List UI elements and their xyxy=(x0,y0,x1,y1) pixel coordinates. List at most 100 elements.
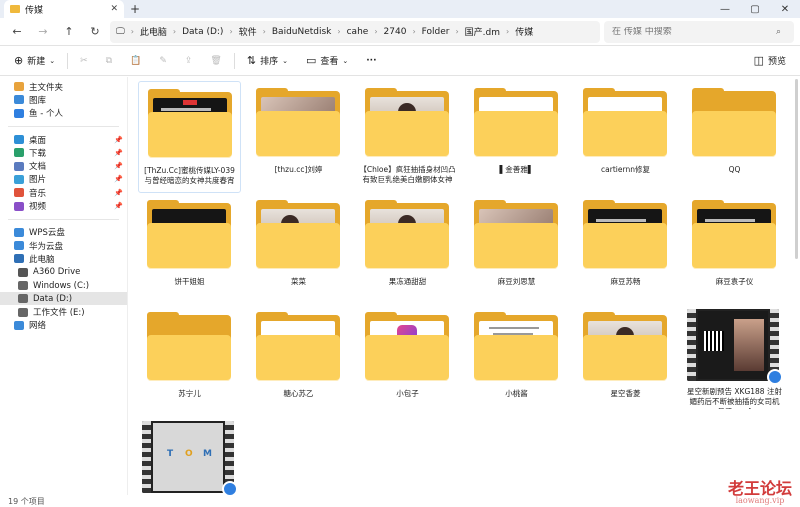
folder-item[interactable]: 菜菜 xyxy=(247,193,350,305)
folder-item[interactable]: M 麻豆袁子仪 xyxy=(683,193,786,305)
sidebar-item[interactable]: 工作文件 (E:) xyxy=(0,305,127,318)
sidebar-item[interactable]: 视频 📌 xyxy=(0,199,127,212)
back-button[interactable]: ← xyxy=(6,21,28,43)
breadcrumb-item[interactable]: 软件 xyxy=(239,25,257,38)
breadcrumb-item[interactable]: BaiduNetdisk xyxy=(272,27,332,37)
breadcrumb-separator[interactable]: › xyxy=(173,27,176,36)
video-file-item[interactable]: 星空新剧预告 XKG188 注射媚药后不断被抽插的女司机 丹牙.mp4 xyxy=(683,305,786,417)
breadcrumb-separator[interactable]: › xyxy=(229,27,232,36)
pin-icon[interactable]: 📌 xyxy=(114,149,123,157)
share-icon[interactable]: ⇪ xyxy=(179,50,199,72)
folder-icon: Porn xyxy=(147,200,231,269)
folder-item[interactable]: [thzu.cc]刘婷 xyxy=(247,81,350,193)
search-box[interactable]: ⌕ xyxy=(604,20,794,43)
new-button[interactable]: ⊕ 新建 ⌄ xyxy=(8,50,61,72)
scrollbar[interactable] xyxy=(795,79,798,259)
rename-icon[interactable]: ✎ xyxy=(153,50,173,72)
file-view[interactable]: [ThZu.Cc]蜜桃传媒LY-039与曾经暗恋的女神共度春宵 [thzu.cc]… xyxy=(128,77,800,507)
pin-icon[interactable]: 📌 xyxy=(114,189,123,197)
breadcrumb-item[interactable]: cahe xyxy=(347,27,369,37)
video-file-item[interactable]: TOM性感黑丝巨奶满足我的秘密. xyxy=(138,417,241,507)
folder-item[interactable]: 小桃酱 xyxy=(465,305,568,417)
sidebar-item[interactable]: 主文件夹 xyxy=(0,80,127,93)
location-icon xyxy=(14,227,24,237)
sidebar-item[interactable]: A360 Drive xyxy=(0,266,127,279)
sidebar-item[interactable]: Windows (C:) xyxy=(0,279,127,292)
folder-item[interactable]: Porn 饼干姐姐 xyxy=(138,193,241,305)
breadcrumb-separator[interactable]: › xyxy=(374,27,377,36)
sort-button[interactable]: ⇅ 排序 ⌄ xyxy=(241,50,294,72)
folder-icon xyxy=(583,312,667,381)
pin-icon[interactable]: 📌 xyxy=(114,202,123,210)
chevron-down-icon: ⌄ xyxy=(49,56,56,65)
copy-icon[interactable]: ⧉ xyxy=(100,50,118,72)
folder-item[interactable]: QQ xyxy=(683,81,786,193)
breadcrumb-item[interactable]: 国产.dm xyxy=(465,25,500,38)
more-options-button[interactable]: ··· xyxy=(360,50,382,72)
folder-item[interactable]: ▌金善雅▌ xyxy=(465,81,568,193)
sidebar-item[interactable]: 华为云盘 xyxy=(0,239,127,252)
folder-item[interactable]: 小包子 xyxy=(356,305,459,417)
folder-item[interactable]: 星空香菱 xyxy=(574,305,677,417)
minimize-button[interactable]: — xyxy=(710,4,740,15)
breadcrumb-separator[interactable]: › xyxy=(131,27,134,36)
sidebar-item[interactable]: 下载 📌 xyxy=(0,146,127,159)
folder-icon: M xyxy=(692,200,776,269)
breadcrumb-item[interactable]: Folder xyxy=(422,27,450,37)
folder-item[interactable]: 麻豆刘思慧 xyxy=(465,193,568,305)
tab-close-icon[interactable]: ✕ xyxy=(110,4,118,14)
sidebar-item[interactable]: Data (D:) xyxy=(0,292,127,306)
search-input[interactable] xyxy=(612,26,772,37)
sidebar-item[interactable]: 文档 📌 xyxy=(0,159,127,172)
tab-chuanmei[interactable]: 传媒 ✕ xyxy=(4,0,124,18)
sidebar-item[interactable]: WPS云盘 xyxy=(0,226,127,239)
folder-item[interactable]: 苏宁儿 xyxy=(138,305,241,417)
breadcrumb-item[interactable]: 2740 xyxy=(384,27,407,37)
folder-item[interactable]: cartiernn修复 xyxy=(574,81,677,193)
folder-item[interactable]: 【Chloe】疯狂抽插身材凹凸有致巨乳绝美白嫩胴体女神 xyxy=(356,81,459,193)
sidebar-item[interactable]: 图库 xyxy=(0,93,127,106)
folder-item[interactable]: 麻豆苏畅 xyxy=(574,193,677,305)
breadcrumb-separator[interactable]: › xyxy=(263,27,266,36)
breadcrumb[interactable]: 🖵 › 此电脑 › Data (D:) › 软件 › BaiduNetdisk › cahe › 27… xyxy=(110,20,600,43)
item-label: 小桃酱 xyxy=(505,389,528,398)
sidebar-item[interactable]: 图片 📌 xyxy=(0,173,127,186)
breadcrumb-separator[interactable]: › xyxy=(455,27,458,36)
sidebar-item[interactable]: 网络 xyxy=(0,319,127,332)
navigation-pane[interactable]: 主文件夹 图库鱼 - 个人 桌面 📌 下载 📌 文档 📌 图片 📌 音乐 📌 视频 📌 WPS云盘 华为云盘此… xyxy=(0,77,128,495)
pin-icon[interactable]: 📌 xyxy=(114,175,123,183)
sidebar-item[interactable]: 音乐 📌 xyxy=(0,186,127,199)
folder-icon xyxy=(256,200,340,269)
delete-icon[interactable]: 🗑 xyxy=(204,50,227,72)
sidebar-item-label: 此电脑 xyxy=(29,254,55,265)
breadcrumb-separator[interactable]: › xyxy=(412,27,415,36)
forward-button[interactable]: → xyxy=(32,21,54,43)
breadcrumb-item[interactable]: Data (D:) xyxy=(182,27,223,37)
view-button[interactable]: ▭ 查看 ⌄ xyxy=(300,50,354,72)
pin-icon[interactable]: 📌 xyxy=(114,162,123,170)
breadcrumb-separator[interactable]: › xyxy=(506,27,509,36)
preview-button[interactable]: ◫ 预览 xyxy=(748,50,792,72)
folder-front xyxy=(365,335,449,381)
close-window-button[interactable]: ✕ xyxy=(770,4,800,15)
sidebar-item[interactable]: 桌面 📌 xyxy=(0,133,127,146)
folder-item[interactable]: 果冻通甜甜 xyxy=(356,193,459,305)
breadcrumb-item[interactable]: 此电脑 xyxy=(140,25,167,38)
up-button[interactable]: ↑ xyxy=(58,21,80,43)
new-tab-button[interactable]: + xyxy=(124,2,146,16)
sidebar-item[interactable]: 鱼 - 个人 xyxy=(0,107,127,120)
refresh-button[interactable]: ↻ xyxy=(84,21,106,43)
paste-icon[interactable]: 📋 xyxy=(124,50,147,72)
item-label: 果冻通甜甜 xyxy=(388,277,427,286)
pin-icon[interactable]: 📌 xyxy=(114,136,123,144)
folder-item[interactable]: 糖心苏乙 xyxy=(247,305,350,417)
command-bar: ⊕ 新建 ⌄ ✂ ⧉ 📋 ✎ ⇪ 🗑 ⇅ 排序 ⌄ ▭ 查看 ⌄ ··· ◫ 预… xyxy=(0,46,800,76)
maximize-button[interactable]: ▢ xyxy=(740,4,770,15)
sidebar-item[interactable]: 此电脑 xyxy=(0,252,127,265)
breadcrumb-item[interactable]: 传媒 xyxy=(515,25,533,38)
folder-item[interactable]: [ThZu.Cc]蜜桃传媒LY-039与曾经暗恋的女神共度春宵 xyxy=(138,81,241,193)
cut-icon[interactable]: ✂ xyxy=(74,50,94,72)
folder-front xyxy=(365,111,449,157)
breadcrumb-separator[interactable]: › xyxy=(337,27,340,36)
search-icon: ⌕ xyxy=(776,26,782,37)
